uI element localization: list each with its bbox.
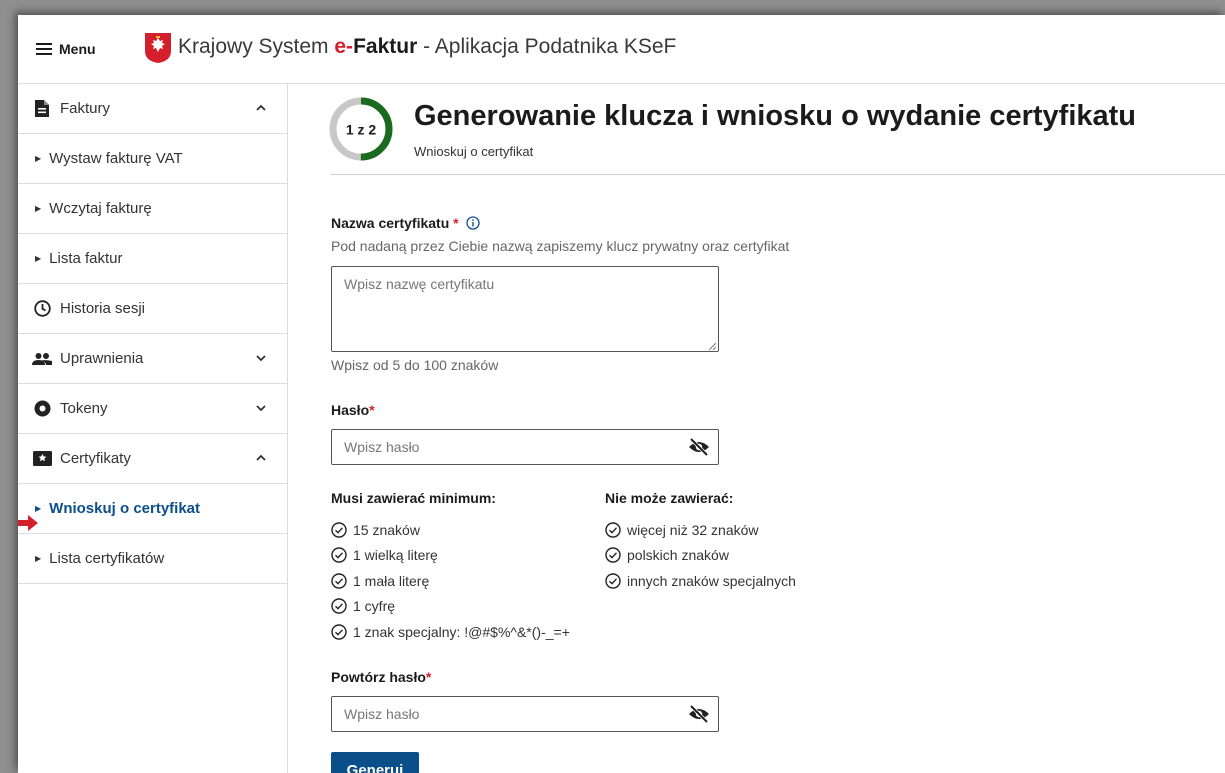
cert-name-field[interactable]	[331, 266, 719, 352]
generate-button[interactable]: Generuj	[331, 752, 419, 773]
check-circle-icon	[331, 624, 347, 640]
required-mark: *	[425, 669, 432, 685]
triangle-right-icon: ▶	[35, 254, 42, 263]
requirement-item: 1 cyfrę	[331, 594, 570, 620]
required-mark: *	[453, 215, 459, 231]
repeat-password-label: Powtórz hasło*	[331, 669, 431, 685]
people-icon	[32, 349, 52, 369]
chevron-down-icon	[256, 355, 266, 362]
sidebar-item-label: Wystaw fakturę VAT	[49, 150, 183, 167]
sidebar-item-lista-certyfikatow[interactable]: ▶ Lista certyfikatów	[18, 534, 287, 584]
sidebar-item-label: Faktury	[60, 100, 111, 117]
check-circle-icon	[331, 547, 347, 563]
cert-name-label: Nazwa certyfikatu *	[331, 215, 480, 231]
app-title-brand-e: e-	[334, 35, 354, 58]
eye-slash-icon[interactable]	[688, 438, 710, 456]
check-circle-icon	[331, 573, 347, 589]
menu-label: Menu	[59, 41, 96, 57]
repeat-password-input[interactable]	[331, 696, 719, 732]
sidebar-item-label: Uprawnienia	[60, 350, 144, 367]
must-contain-header: Musi zawierać minimum:	[331, 490, 496, 506]
info-icon[interactable]	[465, 216, 480, 230]
app-window: Menu Krajowy System e-Faktur - Aplikacja…	[18, 15, 1225, 773]
sidebar: Faktury ▶ Wystaw fakturę VAT ▶ Wczytaj f…	[18, 84, 288, 773]
hamburger-icon	[36, 40, 52, 58]
certificate-icon	[32, 449, 52, 469]
cert-name-helper: Wpisz od 5 do 100 znaków	[331, 357, 499, 373]
check-circle-icon	[605, 573, 621, 589]
sidebar-item-uprawnienia[interactable]: Uprawnienia	[18, 334, 287, 384]
password-input[interactable]	[331, 429, 719, 465]
sidebar-item-label: Tokeny	[60, 400, 108, 417]
requirement-text: 1 cyfrę	[353, 598, 396, 615]
sidebar-item-label: Lista certyfikatów	[49, 550, 165, 567]
triangle-right-icon: ▶	[35, 554, 42, 563]
check-circle-icon	[605, 547, 621, 563]
restriction-text: więcej niż 32 znaków	[627, 521, 759, 538]
triangle-right-icon: ▶	[35, 154, 42, 163]
sidebar-item-historia-sesji[interactable]: Historia sesji	[18, 284, 287, 334]
restriction-text: polskich znaków	[627, 547, 729, 564]
must-not-contain-header: Nie może zawierać:	[605, 490, 734, 506]
document-icon	[32, 99, 52, 119]
restriction-text: innych znaków specjalnych	[627, 572, 796, 589]
sidebar-item-label: Wnioskuj o certyfikat	[49, 500, 201, 517]
arrow-right-icon	[18, 515, 38, 531]
header: Menu Krajowy System e-Faktur - Aplikacja…	[18, 15, 1225, 84]
triangle-right-icon: ▶	[35, 204, 42, 213]
polish-emblem-icon	[145, 33, 171, 63]
chevron-down-icon	[256, 405, 266, 412]
check-circle-icon	[331, 598, 347, 614]
sidebar-item-certyfikaty[interactable]: Certyfikaty	[18, 434, 287, 484]
check-circle-icon	[331, 522, 347, 538]
requirement-text: 15 znaków	[353, 521, 420, 538]
token-icon	[32, 399, 52, 419]
check-circle-icon	[605, 522, 621, 538]
restriction-item: polskich znaków	[605, 543, 796, 569]
clock-icon	[32, 299, 52, 319]
repeat-password-label-text: Powtórz hasło	[331, 669, 426, 685]
sidebar-item-label: Wczytaj fakturę	[49, 200, 152, 217]
app-title: Krajowy System e-Faktur - Aplikacja Poda…	[178, 35, 676, 59]
password-label: Hasło*	[331, 402, 375, 418]
must-contain-list: Musi zawierać minimum: 15 znaków 1 wielk…	[331, 490, 570, 645]
eye-slash-icon[interactable]	[688, 705, 710, 723]
must-not-contain-list: Nie może zawierać: więcej niż 32 znaków …	[605, 490, 796, 594]
divider	[330, 174, 1225, 175]
required-mark: *	[369, 402, 375, 418]
restriction-item: więcej niż 32 znaków	[605, 517, 796, 543]
sidebar-item-wystaw-fakture[interactable]: ▶ Wystaw fakturę VAT	[18, 134, 287, 184]
requirement-text: 1 mała literę	[353, 572, 430, 589]
sidebar-item-lista-faktur[interactable]: ▶ Lista faktur	[18, 234, 287, 284]
page-subtitle: Wnioskuj o certyfikat	[414, 144, 534, 159]
restriction-item: innych znaków specjalnych	[605, 568, 796, 594]
app-title-prefix: Krajowy System	[178, 35, 335, 58]
requirement-item: 1 mała literę	[331, 568, 570, 594]
requirement-item: 1 wielką literę	[331, 543, 570, 569]
requirement-item: 15 znaków	[331, 517, 570, 543]
page-title: Generowanie klucza i wniosku o wydanie c…	[414, 100, 1136, 132]
sidebar-item-label: Historia sesji	[60, 300, 146, 317]
requirement-text: 1 wielką literę	[353, 547, 438, 564]
sidebar-item-wczytaj-fakture[interactable]: ▶ Wczytaj fakturę	[18, 184, 287, 234]
cert-name-label-text: Nazwa certyfikatu	[331, 215, 450, 231]
sidebar-item-label: Lista faktur	[49, 250, 123, 267]
app-title-suffix: - Aplikacja Podatnika KSeF	[417, 35, 677, 58]
step-label: 1 z 2	[346, 122, 377, 138]
sidebar-item-faktury[interactable]: Faktury	[18, 84, 287, 134]
password-label-text: Hasło	[331, 402, 370, 418]
requirement-item: 1 znak specjalny: !@#$%^&*()-_=+	[331, 619, 570, 645]
sidebar-item-label: Certyfikaty	[60, 450, 131, 467]
resize-handle-icon[interactable]	[708, 342, 716, 350]
cert-name-hint: Pod nadaną przez Ciebie nazwą zapiszemy …	[331, 238, 790, 254]
main-content: 1 z 2 Generowanie klucza i wniosku o wyd…	[310, 84, 1225, 773]
app-title-brand-faktur: Faktur	[353, 35, 418, 58]
sidebar-item-wnioskuj-o-certyfikat[interactable]: ▶ Wnioskuj o certyfikat	[18, 484, 287, 534]
step-progress-indicator: 1 z 2	[329, 97, 393, 161]
menu-button[interactable]: Menu	[36, 39, 96, 59]
chevron-up-icon	[256, 454, 266, 461]
requirement-text: 1 znak specjalny: !@#$%^&*()-_=+	[353, 623, 570, 640]
chevron-up-icon	[256, 104, 266, 111]
sidebar-item-tokeny[interactable]: Tokeny	[18, 384, 287, 434]
